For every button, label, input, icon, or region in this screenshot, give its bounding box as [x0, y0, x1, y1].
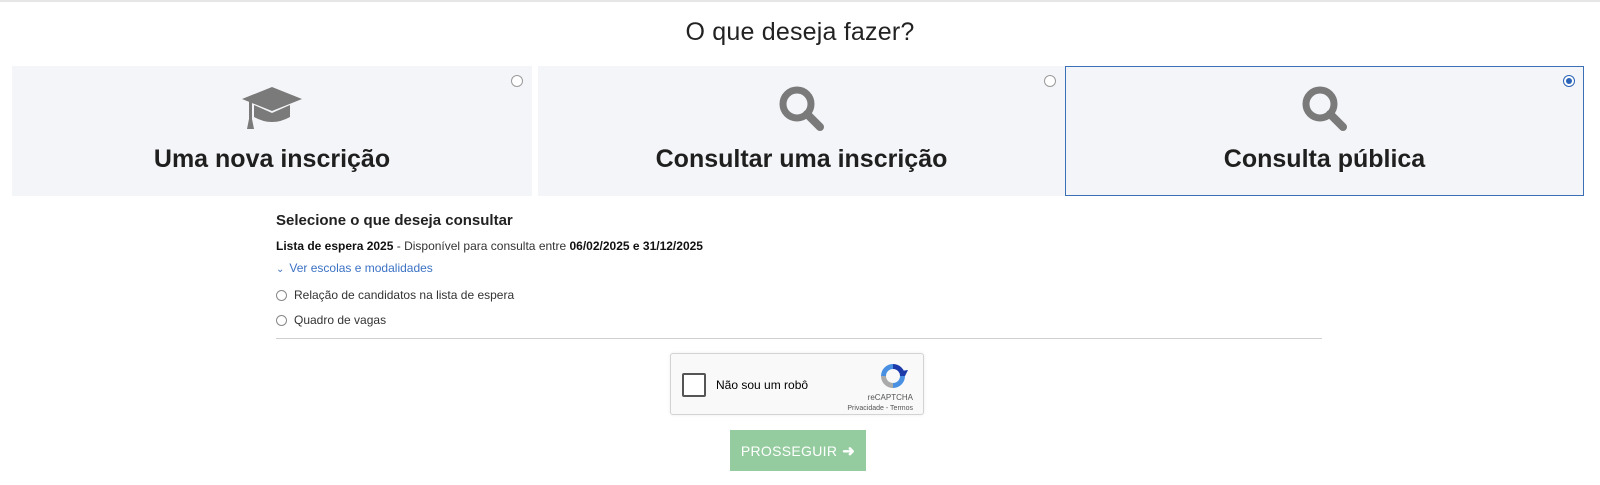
section-title: Selecione o que deseja consultar: [276, 212, 513, 229]
availability-text: - Disponível para consulta entre: [393, 239, 570, 253]
list-name: Lista de espera 2025: [276, 239, 394, 253]
recaptcha-logo-icon: [877, 361, 909, 396]
top-border: [0, 0, 1600, 2]
proceed-button[interactable]: PROSSEGUIR ➜: [730, 430, 866, 471]
option-vacancies[interactable]: Quadro de vagas: [276, 313, 1322, 327]
date-end: 31/12/2025: [642, 239, 703, 253]
recaptcha-checkbox[interactable]: [682, 373, 706, 397]
date-separator: e: [629, 239, 643, 253]
option-radio[interactable]: [276, 314, 287, 326]
toggle-schools-label: Ver escolas e modalidades: [289, 261, 433, 275]
search-icon: [1066, 85, 1583, 131]
card-public-consultation[interactable]: Consulta pública: [1065, 66, 1584, 196]
card-check-registration[interactable]: Consultar uma inscrição: [538, 66, 1065, 196]
list-availability: Lista de espera 2025 - Disponível para c…: [276, 239, 1322, 253]
card-label: Uma nova inscrição: [153, 145, 391, 173]
graduation-cap-icon: [13, 85, 531, 131]
recaptcha-widget: Não sou um robô reCAPTCHA Privacidade - …: [670, 353, 924, 415]
recaptcha-links: Privacidade - Termos: [847, 405, 913, 412]
chevron-down-icon: ⌄: [276, 264, 285, 275]
date-start: 06/02/2025: [569, 239, 630, 253]
page-title: O que deseja fazer?: [685, 18, 915, 46]
option-label: Relação de candidatos na lista de espera: [294, 288, 515, 302]
arrow-right-icon: ➜: [842, 442, 856, 460]
option-candidates-list[interactable]: Relação de candidatos na lista de espera: [276, 288, 1322, 302]
search-icon: [539, 85, 1064, 131]
terms-link[interactable]: Termos: [890, 405, 913, 412]
consult-section: Selecione o que deseja consultar Lista d…: [276, 212, 1322, 339]
option-radio[interactable]: [276, 289, 287, 301]
recaptcha-label: Não sou um robô: [716, 378, 809, 392]
privacy-link[interactable]: Privacidade: [847, 405, 884, 412]
toggle-schools-link[interactable]: ⌄ Ver escolas e modalidades: [276, 261, 433, 275]
proceed-label: PROSSEGUIR: [740, 442, 838, 459]
card-label: Consultar uma inscrição: [655, 145, 948, 173]
card-label: Consulta pública: [1223, 145, 1426, 173]
card-new-registration[interactable]: Uma nova inscrição: [12, 66, 532, 196]
action-cards: Uma nova inscrição Consultar uma inscriç…: [12, 66, 1590, 196]
divider: [276, 338, 1322, 339]
option-label: Quadro de vagas: [294, 313, 387, 327]
recaptcha-brand: reCAPTCHA: [867, 393, 913, 402]
